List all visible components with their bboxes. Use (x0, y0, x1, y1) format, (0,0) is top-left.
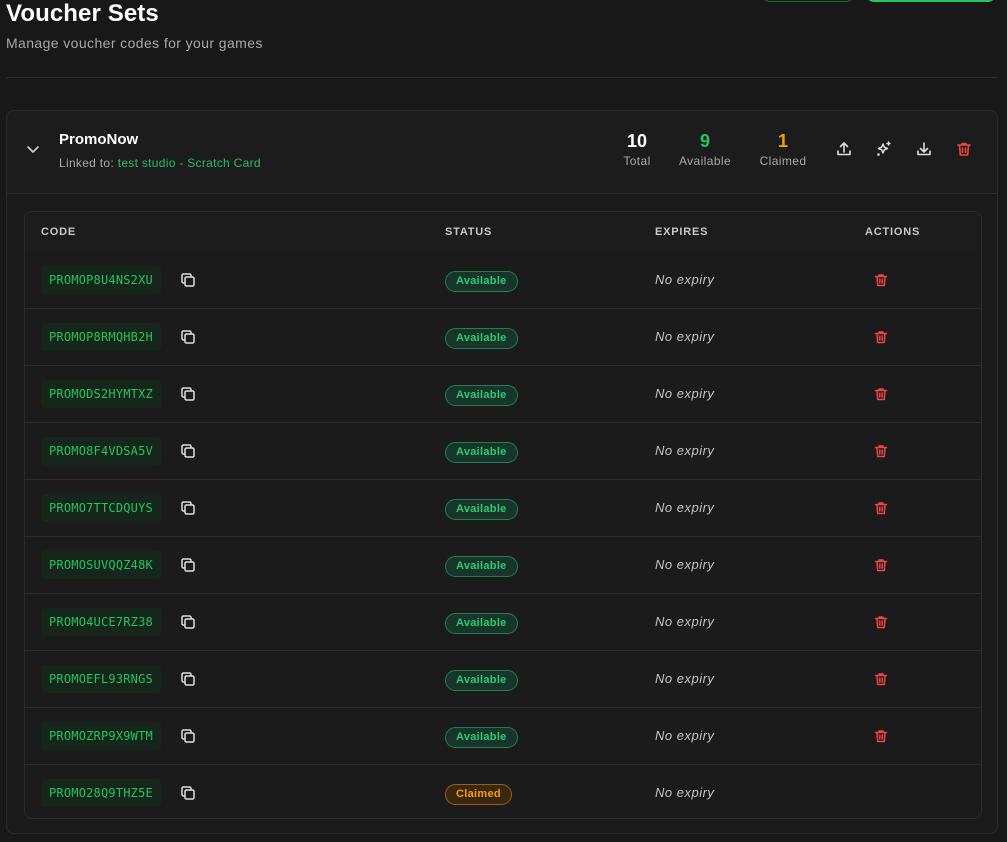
table-row: PROMOP8RMQHB2H Available No expiry (25, 309, 981, 366)
voucher-code[interactable]: PROMO28Q9THZ5E (41, 779, 161, 807)
voucher-code[interactable]: PROMOZRP9X9WTM (41, 722, 161, 750)
trash-icon[interactable] (873, 728, 889, 744)
expiry-text: No expiry (655, 728, 715, 743)
copy-icon[interactable] (180, 785, 196, 801)
table-row: PROMOZRP9X9WTM Available No expiry (25, 708, 981, 765)
voucher-code[interactable]: PROMODS2HYMTXZ (41, 380, 161, 408)
set-name: PromoNow (59, 131, 139, 148)
table-row: PROMODS2HYMTXZ Available No expiry (25, 366, 981, 423)
trash-icon[interactable] (873, 500, 889, 516)
expiry-text: No expiry (655, 557, 715, 572)
trash-icon[interactable] (873, 671, 889, 687)
status-badge: Available (445, 328, 518, 349)
expiry-text: No expiry (655, 614, 715, 629)
status-badge: Available (445, 385, 518, 406)
stat-available-label: Available (678, 154, 732, 168)
copy-icon[interactable] (180, 500, 196, 516)
status-badge: Available (445, 499, 518, 520)
download-icon[interactable] (915, 140, 933, 158)
upload-icon[interactable] (835, 140, 853, 158)
table-row: PROMO4UCE7RZ38 Available No expiry (25, 594, 981, 651)
expiry-text: No expiry (655, 272, 715, 287)
copy-icon[interactable] (180, 557, 196, 573)
divider (6, 77, 997, 78)
voucher-code[interactable]: PROMO4UCE7RZ38 (41, 608, 161, 636)
copy-icon[interactable] (180, 386, 196, 402)
th-expires: EXPIRES (655, 226, 709, 238)
linked-to: Linked to: test studio - Scratch Card (59, 156, 261, 170)
table-row: PROMOEFL93RNGS Available No expiry (25, 651, 981, 708)
stat-claimed: 1 Claimed (753, 131, 813, 168)
stat-total: 10 Total (613, 131, 661, 168)
th-status: STATUS (445, 226, 493, 238)
page-subtitle: Manage voucher codes for your games (6, 35, 263, 51)
copy-icon[interactable] (180, 614, 196, 630)
trash-icon[interactable] (873, 614, 889, 630)
page-title: Voucher Sets (6, 0, 159, 27)
voucher-code[interactable]: PROMOP8RMQHB2H (41, 323, 161, 351)
status-badge: Available (445, 727, 518, 748)
trash-icon[interactable] (873, 557, 889, 573)
copy-icon[interactable] (180, 329, 196, 345)
status-badge: Available (445, 271, 518, 292)
table-row: PROMO28Q9THZ5E Claimed No expiry (25, 765, 981, 818)
chevron-down-icon[interactable] (25, 141, 41, 157)
th-code: CODE (41, 226, 76, 238)
top-secondary-button[interactable] (762, 0, 854, 2)
voucher-code[interactable]: PROMO7TTCDQUYS (41, 494, 161, 522)
linked-prefix: Linked to: (59, 156, 115, 170)
expiry-text: No expiry (655, 500, 715, 515)
expiry-text: No expiry (655, 671, 715, 686)
trash-icon[interactable] (873, 329, 889, 345)
voucher-code[interactable]: PROMO8F4VDSA5V (41, 437, 161, 465)
status-badge: Available (445, 556, 518, 577)
stat-available-value: 9 (699, 131, 710, 151)
stat-claimed-value: 1 (777, 131, 788, 151)
expiry-text: No expiry (655, 785, 715, 800)
sparkles-icon[interactable] (875, 140, 893, 158)
expiry-text: No expiry (655, 386, 715, 401)
voucher-set-header[interactable]: PromoNow Linked to: test studio - Scratc… (7, 111, 997, 194)
stat-claimed-label: Claimed (759, 154, 807, 168)
voucher-code[interactable]: PROMOSUVQQZ48K (41, 551, 161, 579)
status-badge: Claimed (445, 784, 512, 805)
trash-icon[interactable] (873, 272, 889, 288)
expiry-text: No expiry (655, 443, 715, 458)
copy-icon[interactable] (180, 443, 196, 459)
th-actions: ACTIONS (865, 226, 921, 238)
voucher-code[interactable]: PROMOP8U4NS2XU (41, 266, 161, 294)
table-row: PROMO7TTCDQUYS Available No expiry (25, 480, 981, 537)
top-primary-button[interactable] (866, 0, 996, 2)
status-badge: Available (445, 613, 518, 634)
voucher-code[interactable]: PROMOEFL93RNGS (41, 665, 161, 693)
voucher-set-card: PromoNow Linked to: test studio - Scratc… (6, 110, 998, 834)
copy-icon[interactable] (180, 671, 196, 687)
stat-available: 9 Available (671, 131, 739, 168)
expiry-text: No expiry (655, 329, 715, 344)
voucher-codes-table: CODE STATUS EXPIRES ACTIONS PROMOP8U4NS2… (24, 211, 982, 819)
copy-icon[interactable] (180, 272, 196, 288)
stat-total-value: 10 (626, 131, 648, 151)
table-row: PROMO8F4VDSA5V Available No expiry (25, 423, 981, 480)
table-row: PROMOP8U4NS2XU Available No expiry (25, 252, 981, 309)
trash-icon[interactable] (873, 386, 889, 402)
table-header: CODE STATUS EXPIRES ACTIONS (25, 212, 981, 252)
table-row: PROMOSUVQQZ48K Available No expiry (25, 537, 981, 594)
status-badge: Available (445, 442, 518, 463)
stat-total-label: Total (623, 154, 651, 168)
trash-icon[interactable] (873, 443, 889, 459)
copy-icon[interactable] (180, 728, 196, 744)
delete-set-trash-icon[interactable] (955, 140, 973, 158)
linked-game-link[interactable]: test studio - Scratch Card (118, 156, 261, 170)
status-badge: Available (445, 670, 518, 691)
